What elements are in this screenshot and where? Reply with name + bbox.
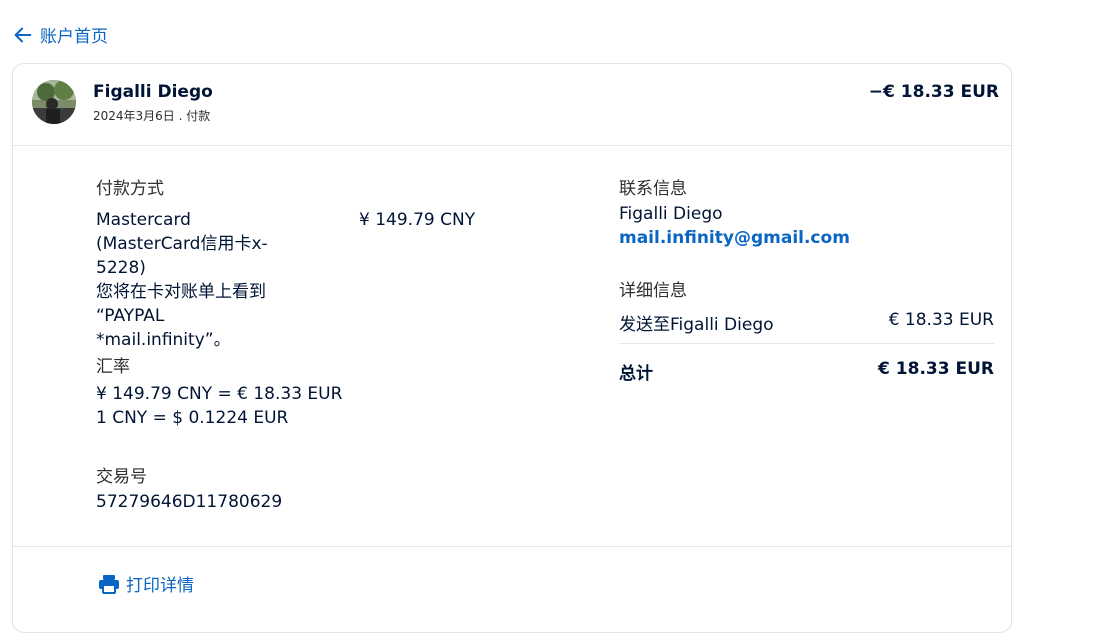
payment-method-amount: ¥ 149.79 CNY bbox=[359, 210, 476, 230]
exchange-rate-title: 汇率 bbox=[96, 357, 130, 377]
ship-to-amount: € 18.33 EUR bbox=[888, 310, 994, 330]
print-details-label: 打印详情 bbox=[126, 576, 194, 596]
card-line: “PAYPAL *mail.infinity”。 bbox=[96, 306, 231, 350]
exchange-rate-line: 1 CNY = $ 0.1224 EUR bbox=[96, 408, 289, 428]
details-title: 详细信息 bbox=[619, 281, 687, 301]
avatar bbox=[32, 80, 76, 124]
transaction-details-section: 付款方式 Mastercard (MasterCard信用卡x- 5228) 您… bbox=[13, 146, 1011, 547]
transaction-date-type: 2024年3月6日 . 付款 bbox=[93, 109, 211, 123]
card-line: 您将在卡对账单上看到 bbox=[96, 282, 266, 302]
transaction-id-title: 交易号 bbox=[96, 467, 147, 487]
exchange-rate-line: ¥ 149.79 CNY = € 18.33 EUR bbox=[96, 384, 343, 404]
total-row: 总计 € 18.33 EUR bbox=[619, 359, 994, 384]
ship-to-label: 发送至Figalli Diego bbox=[619, 315, 774, 335]
total-amount: € 18.33 EUR bbox=[878, 359, 994, 379]
card-line: 5228) bbox=[96, 258, 146, 278]
transaction-amount: −€ 18.33 EUR bbox=[868, 82, 999, 102]
contact-email-link[interactable]: mail.infinity@gmail.com bbox=[619, 226, 850, 250]
back-to-account-home-link[interactable]: 账户首页 bbox=[12, 22, 108, 47]
payment-method-card: Mastercard (MasterCard信用卡x- 5228) 您将在卡对账… bbox=[96, 208, 296, 352]
print-details-link[interactable]: 打印详情 bbox=[98, 571, 194, 596]
transaction-header: Figalli Diego 2024年3月6日 . 付款 −€ 18.33 EU… bbox=[13, 64, 1011, 146]
contact-title: 联系信息 bbox=[619, 179, 687, 199]
back-link-label: 账户首页 bbox=[40, 27, 108, 47]
divider bbox=[619, 343, 994, 344]
payment-method-title: 付款方式 bbox=[96, 179, 164, 199]
card-line: Mastercard bbox=[96, 210, 191, 230]
transaction-id-value: 57279646D11780629 bbox=[96, 492, 283, 512]
printer-icon bbox=[99, 574, 119, 594]
ship-to-row: 发送至Figalli Diego € 18.33 EUR bbox=[619, 310, 994, 335]
total-label: 总计 bbox=[619, 364, 653, 384]
card-line: (MasterCard信用卡x- bbox=[96, 234, 268, 254]
arrow-left-icon bbox=[14, 27, 32, 42]
contact-name: Figalli Diego bbox=[619, 204, 723, 224]
payee-name: Figalli Diego bbox=[93, 82, 213, 102]
transaction-card: Figalli Diego 2024年3月6日 . 付款 −€ 18.33 EU… bbox=[12, 63, 1012, 633]
